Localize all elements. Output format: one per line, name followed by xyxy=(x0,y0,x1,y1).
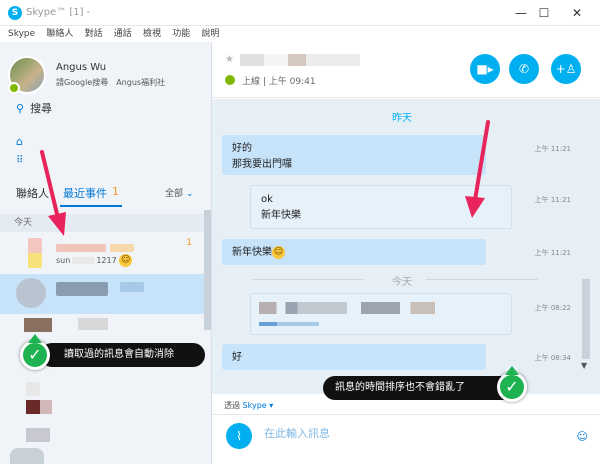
annotation-callout-right: 訊息的時間排序也不會錯亂了 xyxy=(323,376,517,400)
pink-arrow-right-head xyxy=(465,196,485,218)
annotation-callout-left: 讀取過的訊息會自動消除 xyxy=(40,343,205,367)
check-icon: ✓ xyxy=(497,366,527,402)
check-icon: ✓ xyxy=(20,334,50,370)
pink-arrow-left-head xyxy=(48,212,66,236)
pink-arrow-right xyxy=(473,120,490,202)
pink-arrow-left xyxy=(40,150,60,220)
